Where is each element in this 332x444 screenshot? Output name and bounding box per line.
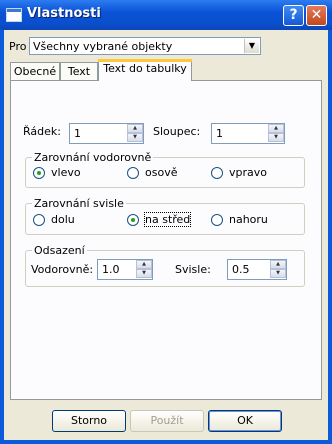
row-label: Řádek: bbox=[23, 125, 61, 138]
offset-vertical-up-icon[interactable]: ▲ bbox=[270, 260, 286, 269]
offset-vertical-value: 0.5 bbox=[232, 263, 250, 276]
help-button[interactable]: ? bbox=[283, 5, 304, 26]
halign-left-radio[interactable] bbox=[33, 167, 45, 179]
column-label: Sloupec: bbox=[153, 125, 201, 138]
ok-button[interactable]: OK bbox=[208, 410, 282, 432]
chevron-down-icon[interactable]: ▼ bbox=[244, 39, 259, 53]
properties-dialog: Vlastnosti ? ✕ Pro Všechny vybrané objek… bbox=[0, 0, 332, 444]
column-up-icon[interactable]: ▲ bbox=[268, 124, 284, 133]
halign-legend: Zarovnání vodorovně bbox=[32, 151, 154, 164]
scope-select[interactable]: Všechny vybrané objekty ▼ bbox=[29, 37, 261, 55]
row-down-icon[interactable]: ▼ bbox=[127, 133, 143, 142]
tab-panel: Řádek: 1 ▲ ▼ Sloupec: 1 ▲ ▼ Zarovnání vodo… bbox=[10, 80, 322, 400]
tab-text[interactable]: Text bbox=[60, 62, 98, 80]
valign-bottom-label[interactable]: dolu bbox=[51, 213, 75, 226]
halign-right-label[interactable]: vpravo bbox=[229, 166, 267, 179]
cancel-button[interactable]: Storno bbox=[52, 410, 126, 432]
dialog-client-area: Pro Všechny vybrané objekty ▼ Obecné Tex… bbox=[4, 30, 328, 440]
column-stepper[interactable]: 1 ▲ ▼ bbox=[211, 123, 285, 144]
offset-horizontal-value: 1.0 bbox=[102, 263, 120, 276]
close-button[interactable]: ✕ bbox=[306, 5, 327, 26]
halign-center-label[interactable]: osově bbox=[145, 166, 177, 179]
halign-right-radio[interactable] bbox=[211, 167, 223, 179]
offset-vertical-down-icon[interactable]: ▼ bbox=[270, 269, 286, 278]
column-value: 1 bbox=[216, 127, 223, 140]
valign-middle-label[interactable]: na střed bbox=[143, 212, 192, 227]
offset-horizontal-label: Vodorovně: bbox=[31, 263, 94, 276]
valign-top-radio[interactable] bbox=[211, 214, 223, 226]
halign-left-label[interactable]: vlevo bbox=[51, 166, 81, 179]
apply-button[interactable]: Použít bbox=[130, 410, 204, 432]
offset-horizontal-stepper[interactable]: 1.0 ▲ ▼ bbox=[97, 259, 153, 280]
offset-vertical-stepper[interactable]: 0.5 ▲ ▼ bbox=[227, 259, 287, 280]
tab-obecne[interactable]: Obecné bbox=[10, 62, 60, 80]
tab-text-do-tabulky[interactable]: Text do tabulky bbox=[98, 59, 192, 81]
valign-top-label[interactable]: nahoru bbox=[229, 213, 268, 226]
offset-vertical-label: Svisle: bbox=[175, 263, 211, 276]
row-value: 1 bbox=[74, 127, 81, 140]
valign-legend: Zarovnání svisle bbox=[32, 197, 126, 210]
column-down-icon[interactable]: ▼ bbox=[268, 133, 284, 142]
title-bar[interactable]: Vlastnosti ? ✕ bbox=[0, 0, 332, 30]
valign-bottom-radio[interactable] bbox=[33, 214, 45, 226]
offset-horizontal-down-icon[interactable]: ▼ bbox=[136, 269, 152, 278]
offset-horizontal-up-icon[interactable]: ▲ bbox=[136, 260, 152, 269]
offset-legend: Odsazení bbox=[32, 244, 87, 257]
window-icon bbox=[6, 8, 22, 22]
row-stepper[interactable]: 1 ▲ ▼ bbox=[69, 123, 144, 144]
window-title: Vlastnosti bbox=[27, 6, 101, 21]
scope-value: Všechny vybrané objekty bbox=[33, 40, 173, 53]
row-up-icon[interactable]: ▲ bbox=[127, 124, 143, 133]
scope-label: Pro bbox=[9, 40, 27, 53]
valign-middle-radio[interactable] bbox=[127, 214, 139, 226]
halign-center-radio[interactable] bbox=[127, 167, 139, 179]
